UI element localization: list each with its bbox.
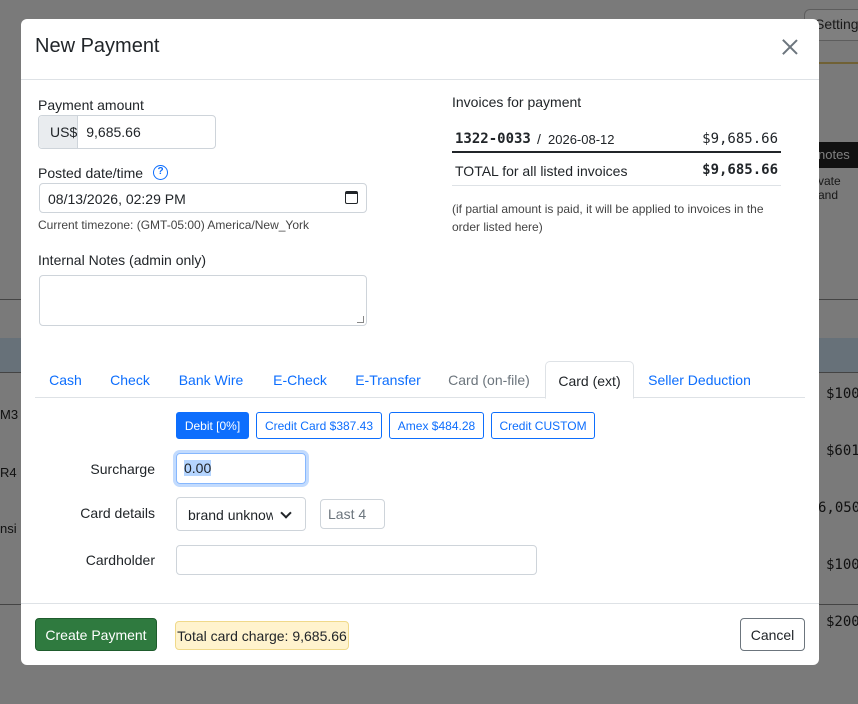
amex-button[interactable]: Amex $484.28: [389, 412, 484, 439]
tab-card-on-file: Card (on-file): [448, 372, 530, 388]
help-icon[interactable]: ?: [153, 165, 168, 180]
cardholder-label: Cardholder: [85, 552, 155, 568]
tab-e-check[interactable]: E-Check: [258, 361, 342, 398]
currency-prefix: US$: [39, 116, 79, 148]
calendar-icon[interactable]: [345, 191, 358, 204]
surcharge-input[interactable]: 0.00: [176, 453, 306, 484]
total-card-charge-badge: Total card charge: 9,685.66: [175, 621, 349, 650]
invoice-number: 1322-0033: [455, 131, 531, 147]
invoice-date: 2026-08-12: [548, 132, 615, 147]
posted-datetime-input[interactable]: 08/13/2026, 02:29 PM: [39, 183, 367, 213]
card-brand-value: brand unknown: [188, 507, 284, 523]
payment-amount-label: Payment amount: [38, 97, 144, 113]
tab-e-transfer[interactable]: E-Transfer: [342, 361, 434, 398]
invoice-separator: /: [537, 131, 541, 147]
invoice-total-amount: $9,685.66: [702, 162, 778, 178]
posted-datetime-value: 08/13/2026, 02:29 PM: [48, 191, 186, 207]
modal-title: New Payment: [35, 35, 160, 57]
tab-bank-wire[interactable]: Bank Wire: [164, 361, 258, 398]
posted-datetime-label: Posted date/time: [38, 165, 144, 181]
new-payment-modal: New Payment Payment amount US$ Posted da…: [21, 19, 819, 665]
payment-method-tabs: Cash Check Bank Wire E-Check E-Transfer …: [35, 361, 805, 399]
modal-header: New Payment: [21, 19, 819, 80]
surcharge-value: 0.00: [184, 460, 212, 476]
internal-notes-label: Internal Notes (admin only): [38, 252, 207, 268]
tab-card-ext[interactable]: Card (ext): [545, 361, 634, 399]
timezone-text: Current timezone: (GMT-05:00) America/Ne…: [38, 218, 309, 232]
close-icon[interactable]: [779, 36, 801, 58]
last-4-input[interactable]: [320, 499, 385, 529]
invoice-total-label: TOTAL for all listed invoices: [455, 163, 628, 179]
debit-button[interactable]: Debit [0%]: [176, 412, 249, 439]
invoice-amount: $9,685.66: [702, 131, 778, 147]
internal-notes-textarea[interactable]: [39, 275, 367, 326]
create-payment-button[interactable]: Create Payment: [35, 618, 157, 651]
resize-handle-icon[interactable]: [357, 316, 364, 323]
payment-amount-group: US$: [38, 115, 276, 149]
card-brand-select[interactable]: brand unknown: [176, 497, 306, 531]
tab-seller-deduction[interactable]: Seller Deduction: [636, 361, 763, 398]
invoice-total-row: TOTAL for all listed invoices $9,685.66: [452, 155, 781, 186]
credit-card-button[interactable]: Credit Card $387.43: [256, 412, 382, 439]
surcharge-label: Surcharge: [90, 461, 155, 477]
tab-cash[interactable]: Cash: [35, 361, 96, 398]
partial-payment-note: (if partial amount is paid, it will be a…: [452, 202, 764, 234]
payment-amount-input[interactable]: [78, 116, 276, 148]
invoice-row: 1322-0033 / 2026-08-12 $9,685.66: [452, 123, 781, 153]
cancel-button[interactable]: Cancel: [740, 618, 805, 651]
credit-custom-button[interactable]: Credit CUSTOM: [491, 412, 595, 439]
invoices-title: Invoices for payment: [452, 94, 582, 110]
card-details-label: Card details: [80, 505, 155, 521]
tab-check[interactable]: Check: [96, 361, 164, 398]
cardholder-input[interactable]: [176, 545, 537, 575]
